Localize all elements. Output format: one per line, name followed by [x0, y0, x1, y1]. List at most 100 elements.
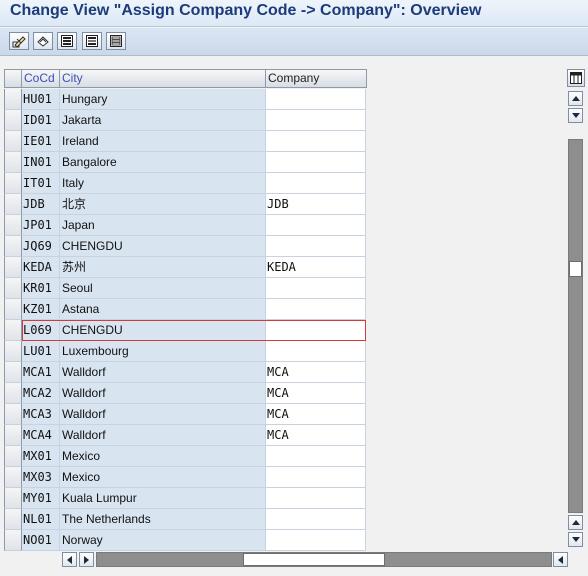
- cell-company-input[interactable]: [266, 215, 366, 236]
- cell-company-input[interactable]: [266, 509, 366, 530]
- table-row[interactable]: KR01 Seoul: [4, 278, 368, 299]
- table-row[interactable]: JQ69 CHENGDU: [4, 236, 368, 257]
- table-row[interactable]: NL01 The Netherlands: [4, 509, 368, 530]
- cell-company-input[interactable]: [266, 446, 366, 467]
- table-row[interactable]: KEDA 苏州 KEDA: [4, 257, 368, 278]
- column-header-company[interactable]: Company: [266, 69, 367, 88]
- column-header-city[interactable]: City: [60, 69, 266, 88]
- cell-company-input[interactable]: [266, 131, 366, 152]
- horizontal-scroll-track[interactable]: [96, 552, 552, 567]
- cell-company-input[interactable]: [266, 299, 366, 320]
- row-select-handle[interactable]: [4, 131, 22, 152]
- cell-company-input[interactable]: [266, 341, 366, 362]
- cell-company-input[interactable]: JDB: [266, 194, 366, 215]
- row-select-handle[interactable]: [4, 194, 22, 215]
- row-select-handle[interactable]: [4, 383, 22, 404]
- cell-company-input[interactable]: MCA: [266, 383, 366, 404]
- vertical-scrollbar[interactable]: [567, 69, 585, 557]
- cell-company-input[interactable]: MCA: [266, 362, 366, 383]
- select-all-rows-handle[interactable]: [4, 69, 22, 88]
- row-select-handle[interactable]: [4, 173, 22, 194]
- row-select-handle[interactable]: [4, 488, 22, 509]
- row-select-handle[interactable]: [4, 509, 22, 530]
- table-row[interactable]: MCA2 Walldorf MCA: [4, 383, 368, 404]
- cell-company-input[interactable]: [266, 488, 366, 509]
- cell-company-input[interactable]: MCA: [266, 425, 366, 446]
- other-entries-button[interactable]: [33, 32, 53, 50]
- page-title: Change View "Assign Company Code -> Comp…: [10, 2, 482, 19]
- horizontal-scroll-thumb[interactable]: [243, 553, 385, 566]
- cell-company-input[interactable]: [266, 110, 366, 131]
- cell-company-input[interactable]: KEDA: [266, 257, 366, 278]
- vertical-scroll-track[interactable]: [568, 139, 583, 513]
- table-row[interactable]: IT01 Italy: [4, 173, 368, 194]
- cell-company-input[interactable]: [266, 530, 366, 551]
- cell-company-input[interactable]: [266, 89, 366, 110]
- cell-company-input[interactable]: MCA: [266, 404, 366, 425]
- scroll-far-left-button[interactable]: [553, 552, 568, 567]
- table-row[interactable]: ID01 Jakarta: [4, 110, 368, 131]
- select-all-button[interactable]: [57, 32, 77, 50]
- table-row[interactable]: MCA3 Walldorf MCA: [4, 404, 368, 425]
- table-row[interactable]: MX03 Mexico: [4, 467, 368, 488]
- horizontal-scrollbar[interactable]: [62, 552, 568, 567]
- row-select-handle[interactable]: [4, 425, 22, 446]
- cell-company-input[interactable]: [266, 467, 366, 488]
- cell-city: 北京: [60, 194, 266, 215]
- row-select-handle[interactable]: [4, 89, 22, 110]
- cell-company-input[interactable]: [266, 152, 366, 173]
- scroll-page-down-button[interactable]: [568, 108, 583, 123]
- scroll-left-button[interactable]: [62, 552, 77, 567]
- cell-company-input[interactable]: [266, 173, 366, 194]
- cell-city: Walldorf: [60, 383, 266, 404]
- cell-company-code: KEDA: [22, 257, 60, 278]
- cell-city: Bangalore: [60, 152, 266, 173]
- select-block-button[interactable]: [82, 32, 102, 50]
- table-row[interactable]: IN01 Bangalore: [4, 152, 368, 173]
- cell-company-input[interactable]: [266, 320, 366, 341]
- row-select-handle[interactable]: [4, 404, 22, 425]
- table-row[interactable]: MY01 Kuala Lumpur: [4, 488, 368, 509]
- deselect-all-button[interactable]: [106, 32, 126, 50]
- cell-company-code: JDB: [22, 194, 60, 215]
- table-row[interactable]: L069 CHENGDU: [4, 320, 368, 341]
- cell-company-input[interactable]: [266, 236, 366, 257]
- row-select-handle[interactable]: [4, 278, 22, 299]
- table-row[interactable]: MCA4 Walldorf MCA: [4, 425, 368, 446]
- cell-city: Kuala Lumpur: [60, 488, 266, 509]
- row-select-handle[interactable]: [4, 320, 22, 341]
- row-select-handle[interactable]: [4, 530, 22, 551]
- column-header-cocd[interactable]: CoCd: [22, 69, 60, 88]
- cell-city: Walldorf: [60, 404, 266, 425]
- table-row[interactable]: HU01 Hungary: [4, 89, 368, 110]
- vertical-scroll-thumb[interactable]: [569, 261, 582, 277]
- row-select-handle[interactable]: [4, 362, 22, 383]
- display-change-button[interactable]: [9, 32, 29, 50]
- scroll-page-up-button[interactable]: [568, 91, 583, 106]
- arrow-right-icon: [84, 555, 89, 564]
- cell-company-code: MCA1: [22, 362, 60, 383]
- table-row[interactable]: NO01 Norway: [4, 530, 368, 551]
- table-row[interactable]: IE01 Ireland: [4, 131, 368, 152]
- table-row[interactable]: JDB 北京 JDB: [4, 194, 368, 215]
- row-select-handle[interactable]: [4, 215, 22, 236]
- row-select-handle[interactable]: [4, 236, 22, 257]
- scroll-up-button[interactable]: [568, 515, 583, 530]
- row-select-handle[interactable]: [4, 446, 22, 467]
- table-settings-button[interactable]: [567, 69, 585, 87]
- row-select-handle[interactable]: [4, 341, 22, 362]
- scroll-down-button[interactable]: [568, 532, 583, 547]
- scroll-right-button[interactable]: [79, 552, 94, 567]
- cell-company-input[interactable]: [266, 278, 366, 299]
- table-row[interactable]: MX01 Mexico: [4, 446, 368, 467]
- table-row[interactable]: JP01 Japan: [4, 215, 368, 236]
- table-row[interactable]: LU01 Luxembourg: [4, 341, 368, 362]
- row-select-handle[interactable]: [4, 110, 22, 131]
- row-select-handle[interactable]: [4, 152, 22, 173]
- deselect-all-icon: [110, 35, 122, 47]
- row-select-handle[interactable]: [4, 257, 22, 278]
- row-select-handle[interactable]: [4, 467, 22, 488]
- table-row[interactable]: MCA1 Walldorf MCA: [4, 362, 368, 383]
- row-select-handle[interactable]: [4, 299, 22, 320]
- table-row[interactable]: KZ01 Astana: [4, 299, 368, 320]
